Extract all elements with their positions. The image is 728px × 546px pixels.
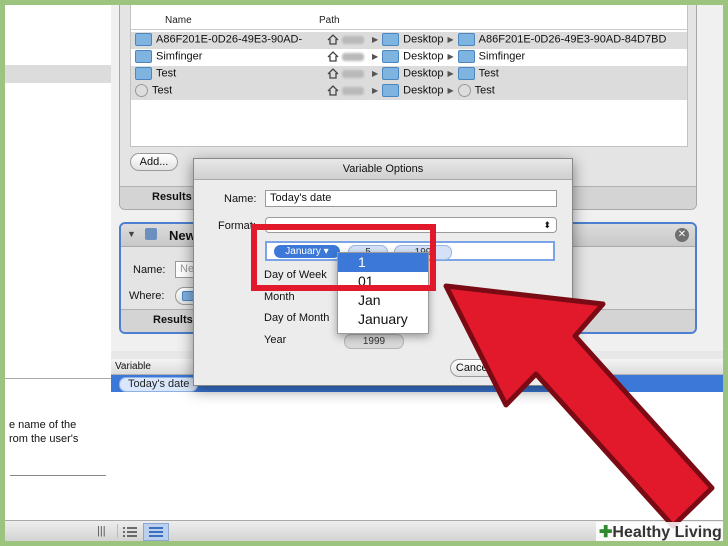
watermark: ✚Healthy Living xyxy=(596,522,724,544)
plus-logo-icon: ✚ xyxy=(599,524,613,541)
red-arrow-annotation xyxy=(443,283,715,529)
watermark-text: Healthy Living xyxy=(612,524,722,541)
